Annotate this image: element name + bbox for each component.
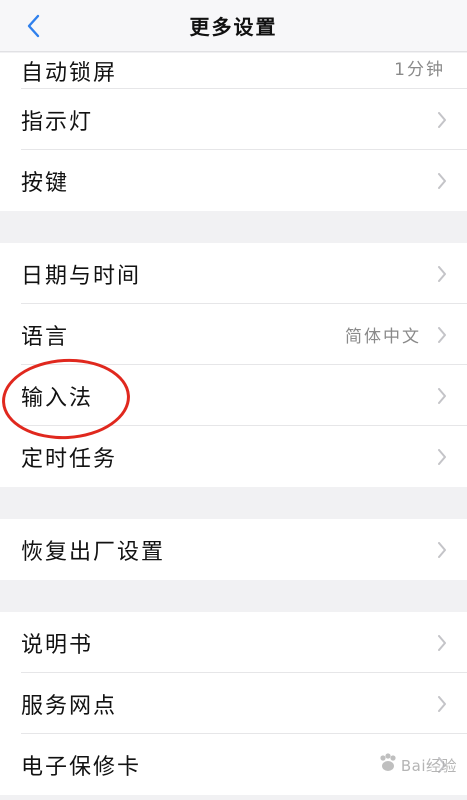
setting-manual[interactable]: 说明书: [0, 612, 467, 673]
setting-label: 自动锁屏: [21, 61, 118, 86]
setting-label: 按键: [21, 170, 70, 196]
setting-input-method[interactable]: 输入法: [0, 365, 467, 426]
setting-label: 日期与时间: [21, 263, 142, 289]
setting-label: 定时任务: [21, 446, 118, 472]
setting-label: 电子保修卡: [21, 754, 142, 780]
back-button[interactable]: [18, 10, 48, 42]
paw-icon: [377, 752, 399, 778]
chevron-right-icon: [437, 695, 449, 713]
setting-language[interactable]: 语言 简体中文: [0, 304, 467, 365]
chevron-right-icon: [437, 448, 449, 466]
section-gap: [0, 211, 467, 243]
setting-value: 简体中文: [345, 327, 421, 347]
chevron-right-icon: [437, 111, 449, 129]
setting-label: 输入法: [21, 385, 94, 411]
setting-factory-reset[interactable]: 恢复出厂设置: [0, 519, 467, 580]
chevron-right-icon: [437, 265, 449, 283]
setting-service-outlets[interactable]: 服务网点: [0, 673, 467, 734]
setting-auto-lock[interactable]: 自动锁屏 1分钟: [0, 53, 467, 89]
section-gap: [0, 580, 467, 612]
setting-label: 语言: [21, 324, 70, 350]
settings-group-1: 自动锁屏 1分钟 指示灯 按键: [0, 53, 467, 211]
setting-indicator-light[interactable]: 指示灯: [0, 89, 467, 150]
settings-group-2: 日期与时间 语言 简体中文 输入法 定时任务: [0, 243, 467, 487]
setting-date-time[interactable]: 日期与时间: [0, 243, 467, 304]
chevron-right-icon: [437, 387, 449, 405]
chevron-right-icon: [437, 634, 449, 652]
nav-bar: 更多设置: [0, 0, 467, 52]
chevron-right-icon: [437, 172, 449, 190]
chevron-left-icon: [27, 14, 40, 38]
chevron-right-icon: [437, 541, 449, 559]
settings-group-3: 恢复出厂设置: [0, 519, 467, 580]
setting-scheduled-tasks[interactable]: 定时任务: [0, 426, 467, 487]
setting-label: 说明书: [21, 632, 94, 658]
page-title: 更多设置: [189, 15, 278, 39]
setting-label: 服务网点: [21, 693, 118, 719]
watermark: Bai经验: [377, 752, 457, 778]
setting-keys[interactable]: 按键: [0, 150, 467, 211]
settings-list: 自动锁屏 1分钟 指示灯 按键 日期与时间 语言 简体中文 输入法 定时任务 恢…: [0, 53, 467, 795]
chevron-right-icon: [437, 326, 449, 344]
section-gap: [0, 487, 467, 519]
watermark-text: Bai经验: [400, 756, 457, 775]
setting-label: 恢复出厂设置: [21, 539, 166, 565]
setting-label: 指示灯: [21, 109, 94, 135]
setting-value: 1分钟: [394, 60, 445, 80]
